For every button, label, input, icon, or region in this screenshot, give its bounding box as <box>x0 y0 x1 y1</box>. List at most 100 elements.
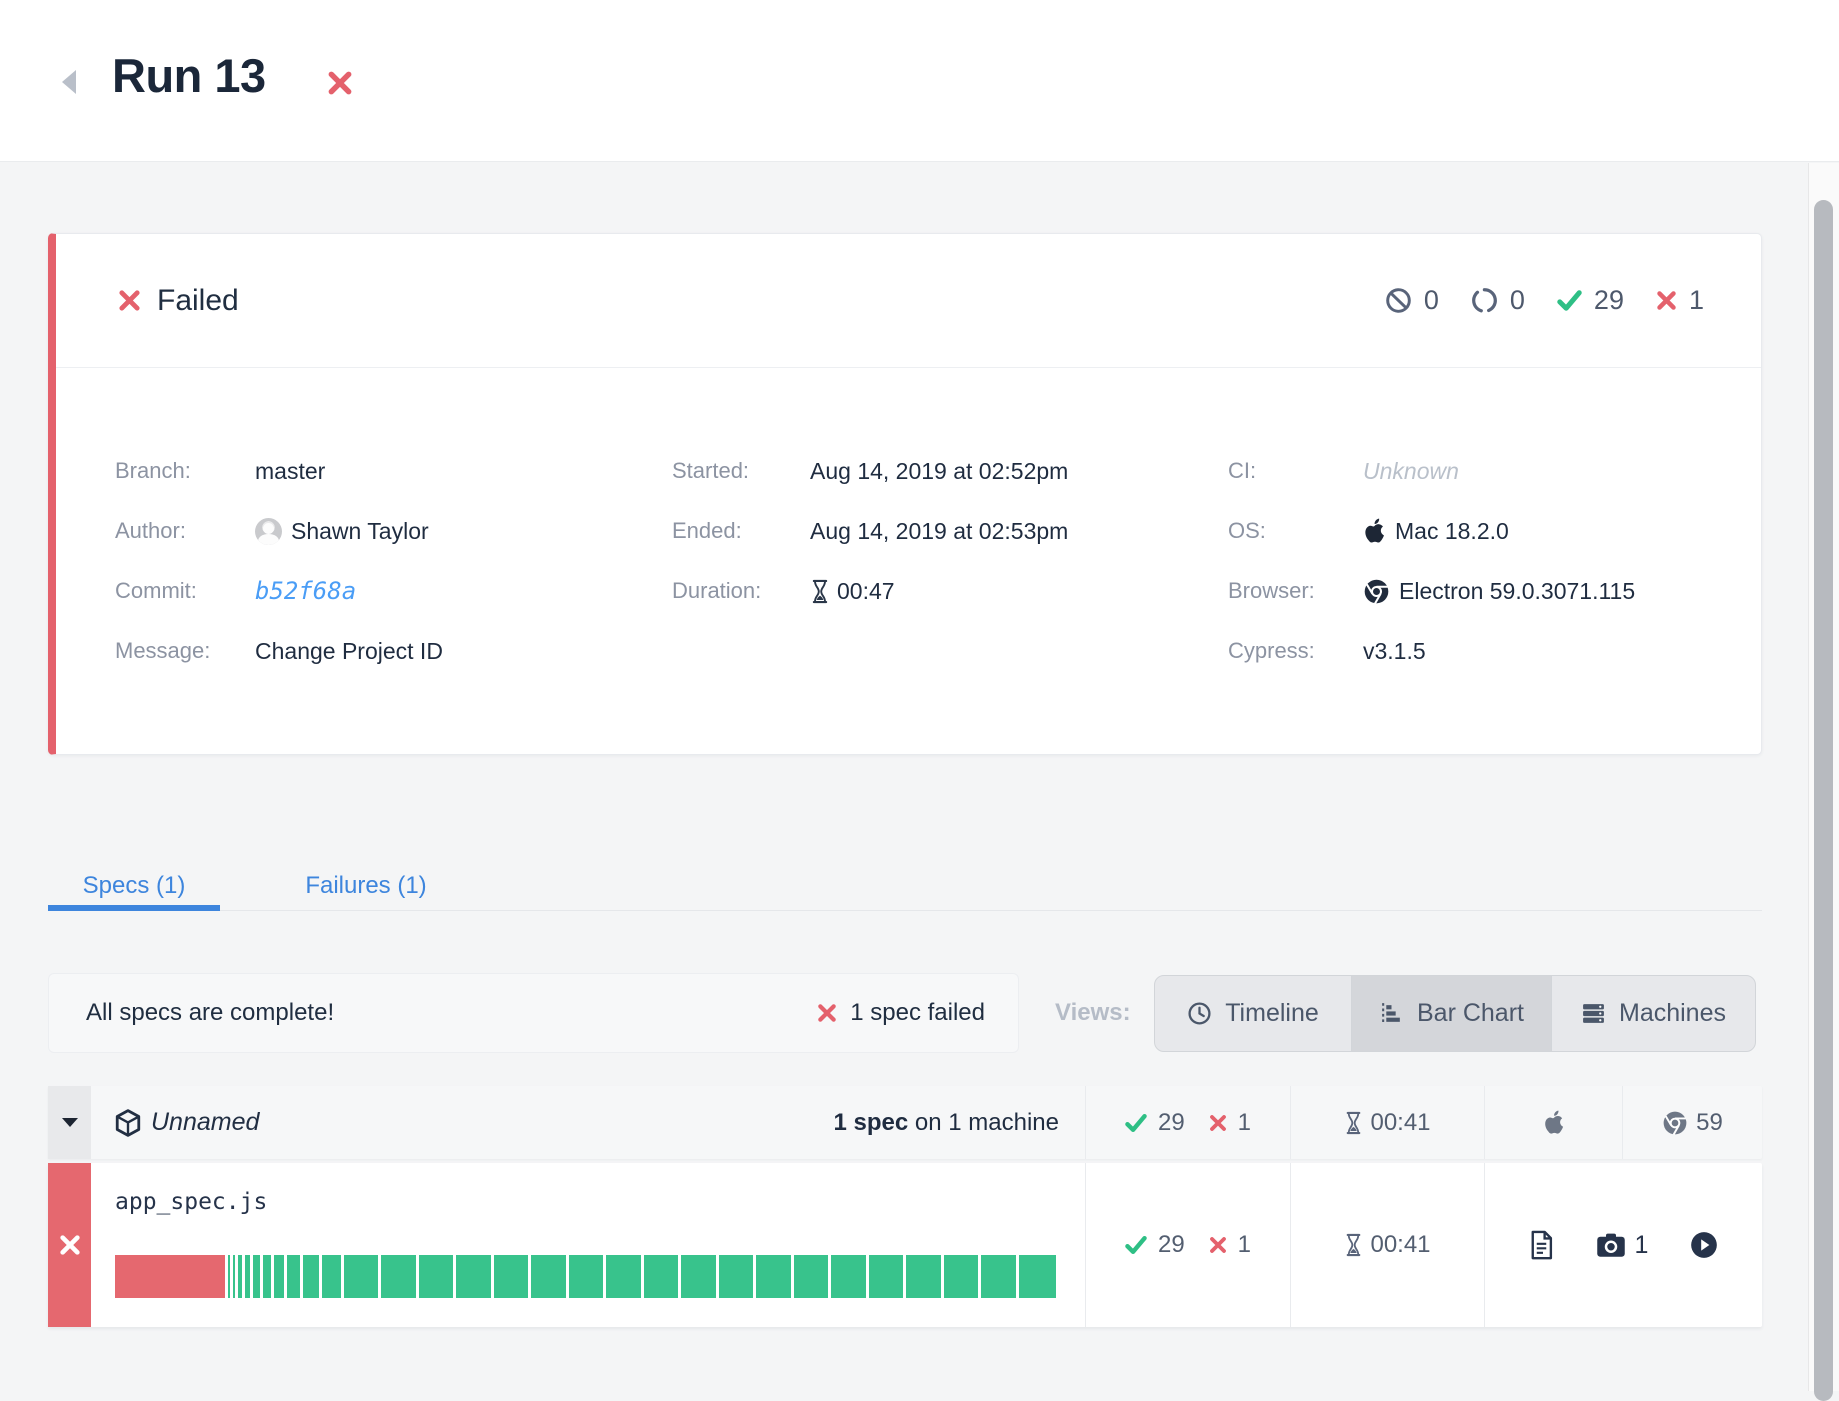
spec-row[interactable]: app_spec.js 29 1 00:41 1 <box>48 1163 1762 1327</box>
failed-x-icon <box>59 1234 81 1256</box>
bar-segment-passed <box>569 1255 606 1298</box>
group-expander[interactable] <box>48 1086 91 1159</box>
bar-segment-passed <box>419 1255 456 1298</box>
views-label: Views: <box>1055 999 1131 1027</box>
specs-complete-banner: All specs are complete! 1 spec failed <box>48 973 1019 1053</box>
bar-chart-icon <box>1379 1001 1404 1026</box>
app-header: Run 13 <box>0 0 1839 162</box>
run-status: Failed <box>118 284 239 318</box>
detail-label: Duration: <box>672 578 810 604</box>
detail-value: master <box>255 458 325 485</box>
apple-icon <box>1363 518 1386 545</box>
bar-segment-passed <box>456 1255 493 1298</box>
bar-segment-passed <box>869 1255 906 1298</box>
detail-label: Cypress: <box>1228 638 1363 664</box>
screenshot-count: 1 <box>1635 1231 1649 1260</box>
run-details: Branch: master Author: Shawn Taylor Comm… <box>56 368 1761 754</box>
detail-value: 00:47 <box>810 578 895 605</box>
scrollbar-thumb[interactable] <box>1814 200 1833 1401</box>
bar-segment-passed <box>303 1255 322 1298</box>
detail-label: CI: <box>1228 458 1363 484</box>
bar-segment-passed <box>344 1255 381 1298</box>
run-failed-x-icon[interactable] <box>327 70 353 96</box>
tab-failures[interactable]: Failures (1) <box>268 862 464 910</box>
machines-icon <box>1581 1001 1606 1026</box>
group-name-cell: Unnamed 1 spec on 1 machine <box>91 1086 1085 1159</box>
view-switcher: Timeline Bar Chart Machines <box>1154 975 1756 1052</box>
bar-segment-failed <box>115 1255 228 1298</box>
screenshots-group[interactable]: 1 <box>1596 1231 1649 1260</box>
stat-failed: 1 <box>1656 285 1704 316</box>
stat-passed-count: 29 <box>1594 285 1624 316</box>
bar-segment-passed <box>831 1255 868 1298</box>
hourglass-icon <box>1344 1111 1363 1135</box>
group-name: Unnamed <box>151 1108 259 1137</box>
failed-x-icon <box>1209 1236 1227 1254</box>
chrome-icon <box>1662 1110 1688 1136</box>
stat-pending-count: 0 <box>1510 285 1525 316</box>
bar-segment-passed <box>238 1255 245 1298</box>
group-failed: 1 <box>1209 1109 1251 1137</box>
detail-browser: Browser: Electron 59.0.3071.115 <box>1228 571 1635 611</box>
view-bar-chart-button[interactable]: Bar Chart <box>1351 975 1552 1052</box>
bar-segment-passed <box>981 1255 1018 1298</box>
spec-failed: 1 <box>1209 1231 1251 1259</box>
detail-author: Author: Shawn Taylor <box>115 511 443 551</box>
view-machines-button[interactable]: Machines <box>1551 975 1756 1052</box>
detail-message: Message: Change Project ID <box>115 631 443 671</box>
group-duration: 00:41 <box>1370 1109 1430 1137</box>
detail-branch: Branch: master <box>115 451 443 491</box>
stat-pending: 0 <box>1471 285 1525 316</box>
tab-bar: Specs (1) Failures (1) <box>48 862 1762 911</box>
group-browser-version: 59 <box>1696 1109 1723 1137</box>
run-status-header: Failed 0 0 29 1 <box>56 234 1761 368</box>
detail-value: Electron 59.0.3071.115 <box>1363 578 1635 605</box>
view-bar-chart-label: Bar Chart <box>1417 999 1524 1028</box>
page-title: Run 13 <box>112 48 266 103</box>
bar-segment-passed <box>322 1255 344 1298</box>
hourglass-icon <box>810 579 830 604</box>
view-timeline-label: Timeline <box>1225 999 1319 1028</box>
bar-segment-passed <box>794 1255 831 1298</box>
detail-value: Mac 18.2.0 <box>1363 518 1509 545</box>
spec-group-row[interactable]: Unnamed 1 spec on 1 machine 29 1 00:41 5… <box>48 1086 1762 1159</box>
detail-value: Shawn Taylor <box>255 518 429 545</box>
bar-segment-passed <box>1019 1255 1056 1298</box>
group-duration-cell: 00:41 <box>1290 1086 1484 1159</box>
details-column-timing: Started: Aug 14, 2019 at 02:52pm Ended: … <box>672 451 1068 631</box>
clock-icon <box>1187 1001 1212 1026</box>
spec-failed-text: 1 spec failed <box>850 999 985 1027</box>
author-avatar <box>255 518 282 545</box>
details-column-commit: Branch: master Author: Shawn Taylor Comm… <box>115 451 443 691</box>
commit-link[interactable]: b52f68a <box>255 577 356 605</box>
tab-specs[interactable]: Specs (1) <box>48 862 220 910</box>
detail-commit: Commit: b52f68a <box>115 571 443 611</box>
stat-passed: 29 <box>1557 285 1624 316</box>
pending-icon <box>1471 287 1498 314</box>
apple-icon <box>1543 1110 1565 1136</box>
specs-complete-message: All specs are complete! <box>86 999 334 1027</box>
bar-segment-passed <box>756 1255 793 1298</box>
bar-segment-passed <box>719 1255 756 1298</box>
group-os-cell <box>1484 1086 1622 1159</box>
run-stats: 0 0 29 1 <box>1385 285 1704 316</box>
detail-ci: CI: Unknown <box>1228 451 1635 491</box>
bar-segment-passed <box>263 1255 274 1298</box>
play-video-icon[interactable] <box>1690 1231 1718 1259</box>
bar-segment-passed <box>531 1255 568 1298</box>
bar-segment-passed <box>253 1255 262 1298</box>
spec-failed-note: 1 spec failed <box>817 999 985 1027</box>
bar-segment-passed <box>644 1255 681 1298</box>
detail-cypress: Cypress: v3.1.5 <box>1228 631 1635 671</box>
group-passed: 29 <box>1125 1109 1185 1137</box>
author-name: Shawn Taylor <box>291 518 429 545</box>
detail-label: OS: <box>1228 518 1363 544</box>
detail-label: Browser: <box>1228 578 1363 604</box>
stdout-document-icon[interactable] <box>1529 1230 1554 1260</box>
bar-segment-passed <box>944 1255 981 1298</box>
view-timeline-button[interactable]: Timeline <box>1154 975 1352 1052</box>
group-spec-count: 1 spec on 1 machine <box>834 1109 1059 1137</box>
scrollbar-track[interactable] <box>1808 163 1839 1391</box>
view-machines-label: Machines <box>1619 999 1726 1028</box>
back-chevron-icon[interactable] <box>62 70 76 94</box>
